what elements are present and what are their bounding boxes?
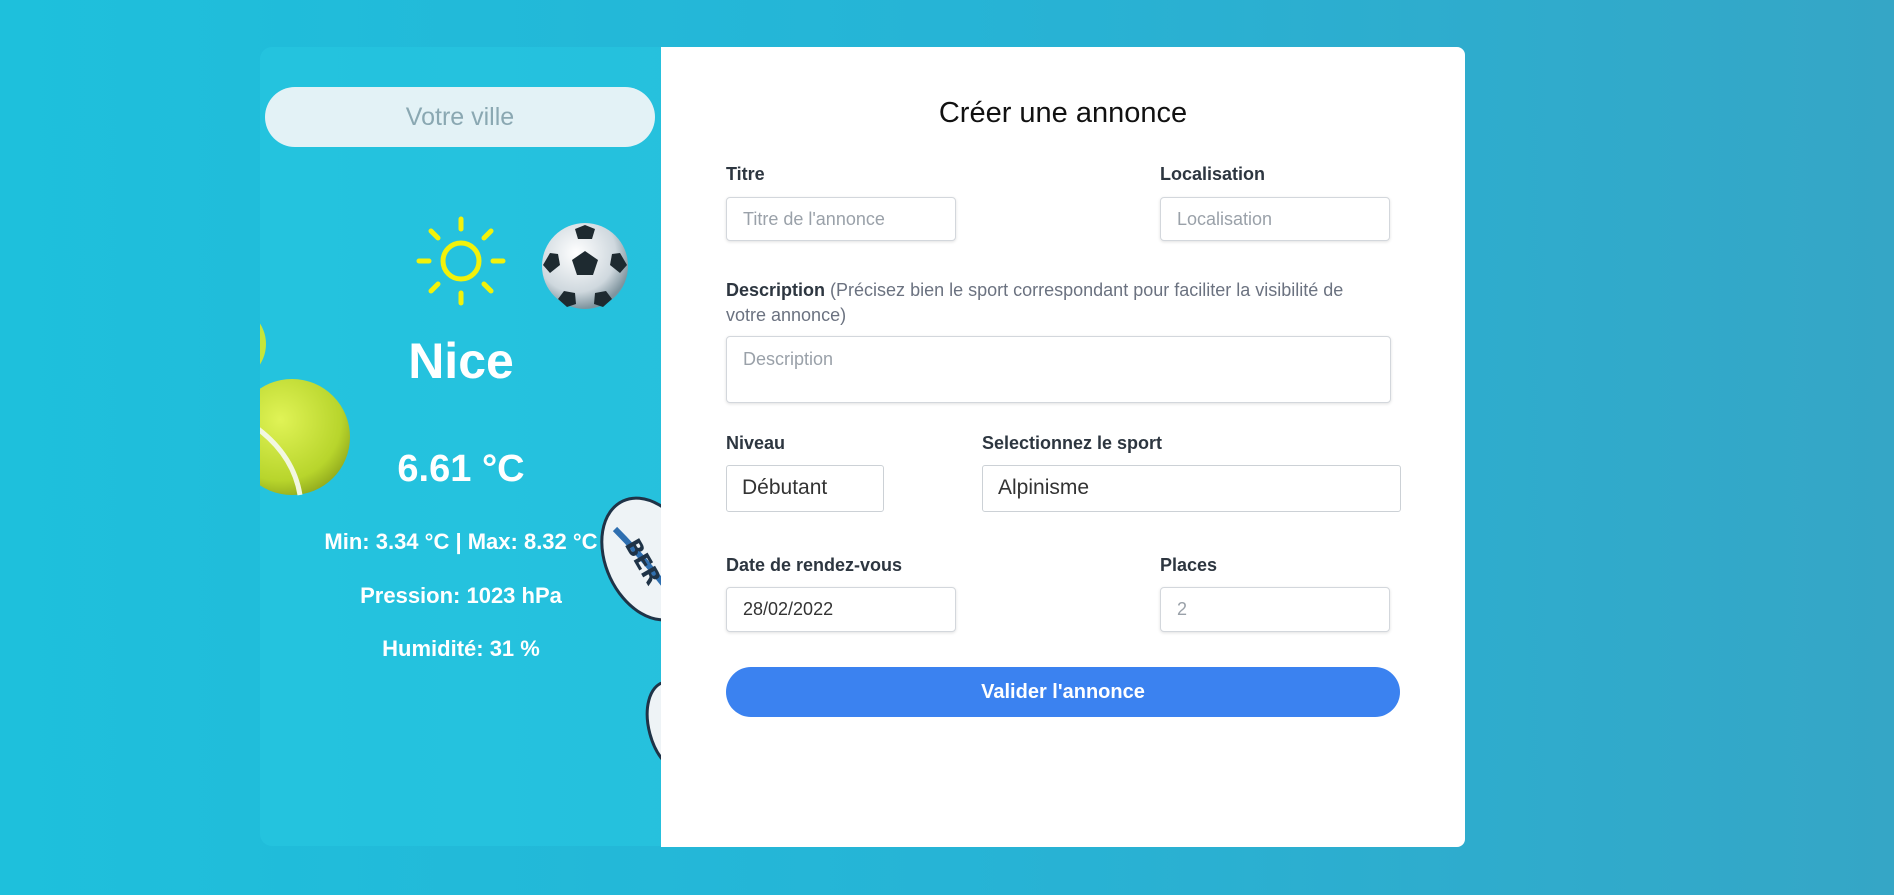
- sport-label: Selectionnez le sport: [982, 433, 1163, 453]
- description-textarea[interactable]: [726, 336, 1391, 403]
- localisation-label: Localisation: [1160, 164, 1266, 184]
- description-label: Description (Précisez bien le sport corr…: [726, 278, 1366, 328]
- pressure: Pression: 1023 hPa: [360, 583, 562, 608]
- date-input[interactable]: 28/02/2022: [726, 587, 956, 632]
- temperature: 6.61 °C: [397, 448, 525, 490]
- date-value: 28/02/2022: [743, 599, 834, 619]
- create-ad-form: Créer une annonce Titre Localisation Des…: [661, 47, 1465, 847]
- sport-select[interactable]: Alpinisme: [982, 465, 1401, 512]
- sun-icon: [416, 216, 506, 306]
- min-max-temperature: Min: 3.34 °C | Max: 8.32 °C: [324, 529, 598, 554]
- soccer-ball-icon: [542, 223, 628, 309]
- titre-input[interactable]: [726, 197, 956, 241]
- titre-label: Titre: [726, 164, 765, 184]
- places-label: Places: [1160, 555, 1218, 575]
- city-name: Nice: [408, 333, 514, 389]
- date-label: Date de rendez-vous: [726, 555, 903, 575]
- sport-selected-value: Alpinisme: [998, 476, 1090, 499]
- form-title: Créer une annonce: [938, 97, 1188, 129]
- rugby-ball-icon: [645, 680, 662, 774]
- description-label-text: Description: [726, 280, 826, 300]
- humidity: Humidité: 31 %: [382, 636, 540, 661]
- localisation-input[interactable]: [1160, 197, 1390, 241]
- places-input[interactable]: [1160, 587, 1390, 632]
- niveau-selected-value: Débutant: [742, 476, 828, 499]
- submit-ad-button[interactable]: Valider l'annonce: [726, 667, 1400, 717]
- niveau-select[interactable]: Débutant: [726, 465, 884, 512]
- weather-panel: BER Nice 6.61 °C Min: 3.34 °C | Max: 8.3…: [260, 47, 662, 846]
- city-search-input[interactable]: [265, 87, 655, 147]
- niveau-label: Niveau: [726, 433, 786, 453]
